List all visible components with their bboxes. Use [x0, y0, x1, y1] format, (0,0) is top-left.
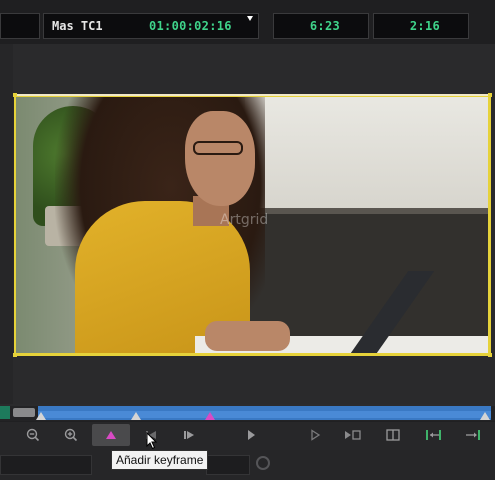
track-range-handle[interactable]	[13, 408, 35, 417]
play-icon	[248, 430, 255, 440]
split-view-icon	[386, 429, 400, 441]
frame-handle-top-left[interactable]	[13, 93, 17, 97]
timecode-mode-label: Mas TC1	[52, 19, 103, 33]
add-keyframe-tooltip: Añadir keyframe	[111, 450, 209, 470]
guide-bottom	[13, 354, 491, 356]
keyframe-timeline-fill	[38, 411, 491, 418]
keyframe-marker[interactable]	[131, 412, 141, 420]
split-view-button[interactable]	[380, 424, 406, 446]
bottom-field-1[interactable]	[0, 455, 92, 475]
current-keyframe-marker[interactable]	[205, 412, 215, 420]
readout-2-value: 2:16	[409, 19, 440, 33]
zoom-in-button[interactable]	[58, 424, 84, 446]
next-keyframe-icon	[184, 431, 194, 439]
zoom-out-button[interactable]	[20, 424, 46, 446]
loop-play-button[interactable]	[340, 424, 366, 446]
zoom-out-icon	[26, 428, 40, 442]
transform-frame[interactable]	[15, 96, 489, 354]
frame-handle-top-right[interactable]	[488, 93, 492, 97]
frame-handle-bottom-left[interactable]	[13, 353, 17, 357]
zoom-in-icon	[64, 428, 78, 442]
play-button[interactable]	[238, 424, 264, 446]
next-keyframe-button[interactable]	[176, 424, 202, 446]
timecode-dropdown-icon[interactable]	[247, 16, 253, 21]
guide-right	[489, 94, 491, 356]
add-keyframe-button[interactable]	[92, 424, 130, 446]
add-keyframe-icon	[106, 431, 116, 439]
keyframe-marker[interactable]	[36, 412, 46, 420]
master-timecode-value: 01:00:02:16	[149, 19, 232, 33]
keyframe-marker[interactable]	[480, 412, 490, 420]
track-color-chip	[0, 406, 10, 419]
readout-1-value: 6:23	[309, 19, 340, 33]
readout-1-box: 6:23	[273, 13, 369, 39]
bottom-field-2[interactable]	[206, 455, 250, 475]
mark-out-button[interactable]	[460, 424, 486, 446]
play-outline-icon	[311, 429, 321, 441]
master-timecode-box[interactable]: Mas TC1 01:00:02:16	[43, 13, 259, 39]
circle-record-icon[interactable]	[256, 456, 270, 470]
mark-out-icon	[466, 430, 480, 440]
tc-left-box	[0, 13, 40, 39]
guide-left	[14, 94, 16, 356]
mark-in-icon	[426, 430, 441, 440]
topbar-right-edge	[469, 0, 495, 44]
loop-icon	[345, 430, 361, 440]
guide-top	[13, 94, 491, 96]
readout-2-box: 2:16	[373, 13, 469, 39]
play-outline-button[interactable]	[302, 424, 328, 446]
frame-handle-bottom-right[interactable]	[488, 353, 492, 357]
mark-in-button[interactable]	[420, 424, 446, 446]
mouse-pointer-icon	[146, 432, 158, 450]
left-track-strip	[0, 44, 14, 404]
